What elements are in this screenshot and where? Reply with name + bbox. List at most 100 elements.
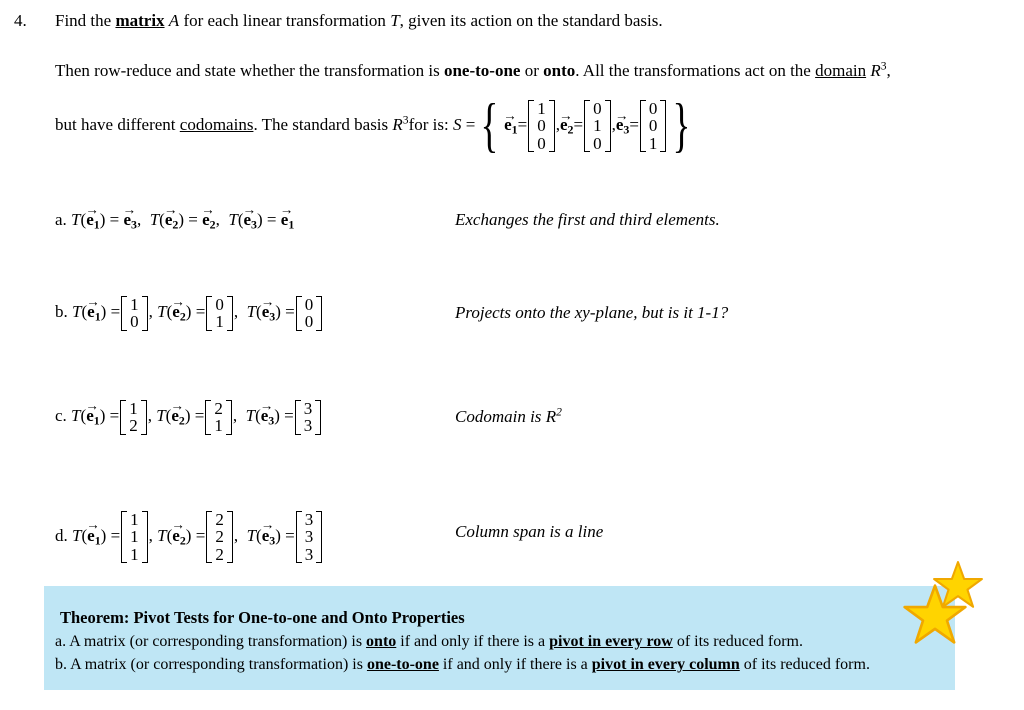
- item-a-description: Exchanges the first and third elements.: [455, 210, 720, 229]
- entry: 3: [304, 510, 314, 529]
- keyword-codomains: codomains: [179, 114, 254, 134]
- item-a-arg3-sub: 3: [251, 217, 257, 232]
- vector-arrow-icon: →: [85, 397, 99, 413]
- basis-column-e1: 100: [528, 100, 555, 152]
- item-b-T3: T: [246, 302, 257, 322]
- item-a-arg1-sub: 1: [93, 217, 100, 232]
- intro3-mid: . The standard basis: [253, 114, 393, 134]
- vector-arrow-icon: →: [260, 293, 275, 309]
- item-a-res3: → e1: [279, 201, 295, 232]
- item-b-arg3-sub: 3: [269, 309, 276, 324]
- keyword-domain: domain: [815, 61, 867, 80]
- vector-arrow-icon: →: [558, 108, 573, 124]
- theorem-a-post: of its reduced form.: [672, 633, 803, 650]
- theorem-b-pre: b. A matrix (or corresponding transforma…: [55, 656, 367, 673]
- item-a-arg2: → e2: [163, 201, 179, 232]
- transformation-item-c: c. T(→ e1) = 1 2, T(→ e2) = 2 1, T(→ e3) = 3 3: [55, 397, 322, 435]
- item-d-eq2: =: [195, 525, 206, 545]
- entry: 3: [304, 527, 314, 547]
- vector-arrow-icon: →: [503, 108, 517, 124]
- item-d-eq3: =: [285, 525, 295, 545]
- entry: 3: [304, 544, 314, 564]
- item-a-arg1: → e1: [85, 201, 100, 232]
- item-b-column-1: 10: [121, 296, 148, 331]
- symbol-R-domain: R: [870, 61, 881, 80]
- transformation-item-b: b. T(→ e1) = 1 0, T(→ e2) = 0 1, T(→ e3) = 0 0: [55, 293, 323, 332]
- vector-arrow-icon: →: [259, 397, 274, 413]
- theorem-a-mid: if and only if there is a: [396, 633, 550, 650]
- eq-e2: =: [573, 114, 584, 134]
- item-a-eq1: =: [109, 210, 120, 229]
- symbol-R-basis: R: [392, 114, 403, 134]
- item-a-res1: → e3: [122, 201, 137, 232]
- item-c-description: Codomain is R2: [455, 405, 562, 427]
- item-b-arg3: → e3: [260, 293, 276, 324]
- intro2-or: or: [520, 61, 544, 80]
- intro-text-post: , given its action on the standard basis…: [399, 11, 663, 30]
- item-a-T2: T: [149, 210, 160, 229]
- entry: 1: [648, 133, 658, 153]
- item-c-sep2: ,: [232, 406, 238, 426]
- entry: 1: [130, 295, 139, 314]
- theorem-b-keyword-one-to-one: one-to-one: [366, 656, 439, 673]
- intro-text-mid: for each linear transformation: [179, 11, 391, 30]
- item-c-eq1: =: [109, 406, 120, 426]
- item-d-T1: T: [72, 525, 82, 545]
- vector-arrow-icon: →: [171, 517, 185, 533]
- item-a-eq2: =: [188, 210, 198, 229]
- symbol-A: A: [168, 11, 180, 30]
- item-c-arg2: → e2: [170, 397, 185, 428]
- item-b-eq3: =: [285, 302, 295, 322]
- item-c-description-text: Codomain is: [455, 407, 546, 426]
- vector-arrow-icon: →: [86, 517, 100, 533]
- vector-arrow-icon: →: [85, 201, 99, 217]
- vector-arrow-icon: →: [171, 293, 185, 309]
- basis-vector-e3: → e3: [615, 108, 630, 140]
- item-b-description: Projects onto the xy-plane, but is it 1-…: [455, 303, 729, 322]
- item-d-description: Column span is a line: [455, 522, 604, 541]
- entry: 3: [303, 399, 313, 418]
- question-intro-line-3: but have different codomains. The standa…: [55, 92, 691, 158]
- entry: 2: [215, 544, 224, 564]
- entry: 1: [593, 116, 602, 136]
- item-c-eq2: =: [194, 406, 205, 426]
- item-c-T1: T: [71, 406, 81, 426]
- theorem-a-keyword-pivot-row: pivot in every row: [549, 633, 673, 650]
- vector-arrow-icon: →: [122, 201, 136, 217]
- entry: 2: [215, 527, 224, 547]
- item-c-arg1-sub: 1: [93, 413, 100, 428]
- item-d-arg3-sub: 3: [269, 533, 276, 548]
- item-a-label: a.: [55, 210, 67, 229]
- vector-arrow-icon: →: [163, 201, 178, 217]
- item-d-arg1: → e1: [86, 517, 101, 548]
- theorem-statement-a: a. A matrix (or corresponding transforma…: [55, 633, 803, 651]
- intro-text-pre: Find the: [55, 11, 116, 30]
- entry: 2: [214, 399, 223, 418]
- question-intro-line-1: Find the matrix A for each linear transf…: [55, 10, 1015, 32]
- item-c-T3: T: [245, 406, 256, 426]
- item-d-T3: T: [246, 525, 257, 545]
- entry: 1: [215, 312, 224, 332]
- vector-arrow-icon: →: [86, 293, 100, 309]
- worksheet-page: 4. Find the matrix A for each linear tra…: [0, 0, 1024, 710]
- item-a-arg2-sub: 2: [172, 217, 179, 232]
- item-b-T1: T: [72, 302, 82, 322]
- vector-arrow-icon: →: [242, 201, 257, 217]
- entry: 0: [537, 133, 546, 153]
- entry: 0: [648, 116, 658, 136]
- item-c-arg2-sub: 2: [178, 413, 185, 428]
- transformation-item-d: d. T(→ e1) = 1 1 1, T(→ e2) = 2 2 2, T(→ e3) = 3 3 3: [55, 511, 323, 563]
- item-a-res3-sub: 1: [288, 217, 295, 232]
- item-d-sep2: ,: [233, 525, 239, 545]
- item-c-description-exponent: 2: [556, 405, 562, 419]
- item-a-sep1: ,: [136, 210, 142, 229]
- item-d-column-1: 111: [121, 511, 148, 563]
- item-a-T1: T: [71, 210, 81, 229]
- theorem-title: Theorem: Pivot Tests for One-to-one and …: [60, 608, 465, 627]
- theorem-a-keyword-onto: onto: [366, 633, 397, 650]
- item-c-column-2: 21: [205, 400, 232, 435]
- item-c-label: c.: [55, 406, 67, 426]
- item-c-column-3: 33: [294, 399, 322, 435]
- basis-vector-e1: → e1: [503, 108, 518, 140]
- theorem-statement-b: b. A matrix (or corresponding transforma…: [55, 656, 870, 674]
